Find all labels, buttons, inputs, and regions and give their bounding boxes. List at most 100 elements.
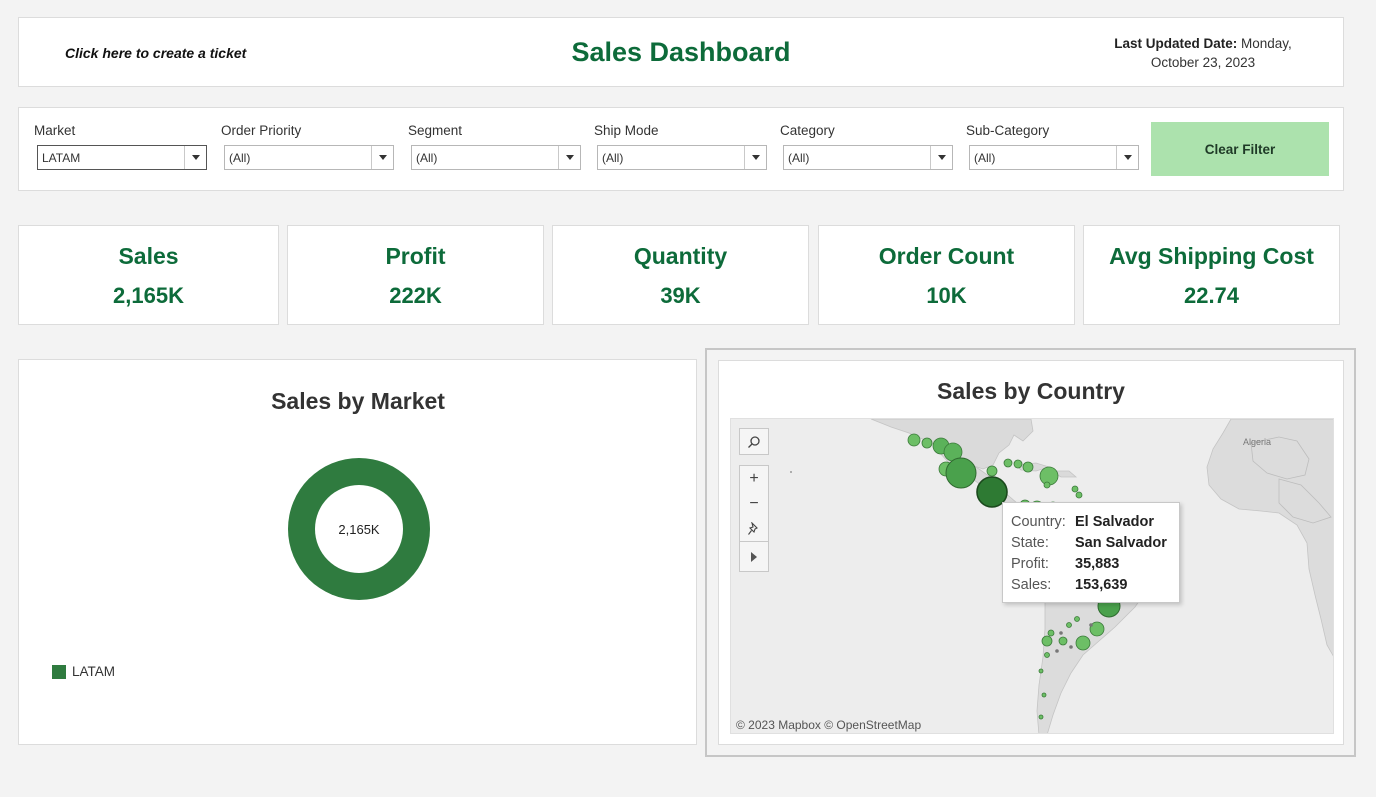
map-bubble[interactable]: [1041, 692, 1047, 698]
create-ticket-link[interactable]: Click here to create a ticket: [65, 45, 246, 61]
zoom-in-icon[interactable]: +: [740, 466, 768, 491]
filter-sub-category: Sub-Category (All): [966, 123, 1139, 170]
chevron-down-icon[interactable]: [1116, 146, 1138, 169]
map-bubble[interactable]: [945, 457, 977, 489]
zoom-out-icon[interactable]: −: [740, 491, 768, 516]
map-bubble[interactable]: [986, 465, 998, 477]
kpi-value: 222K: [389, 283, 442, 308]
page-title: Sales Dashboard: [571, 37, 791, 67]
last-updated-day: Monday,: [1241, 36, 1292, 51]
tooltip-value: El Salvador: [1075, 514, 1154, 530]
legend-label: LATAM: [72, 664, 116, 679]
tooltip-key: Profit:: [1011, 556, 1049, 572]
category-dropdown[interactable]: (All): [783, 145, 953, 170]
kpi-avg-shipping-cost: Avg Shipping Cost 22.74: [1083, 225, 1340, 325]
chevron-down-icon[interactable]: [930, 146, 952, 169]
filter-ship-mode: Ship Mode (All): [594, 123, 767, 170]
last-updated-value: October 23, 2023: [1150, 55, 1256, 70]
tooltip-row-country: Country: El Salvador: [1011, 512, 1179, 533]
ship-mode-dropdown[interactable]: (All): [597, 145, 767, 170]
chevron-down-icon[interactable]: [558, 146, 580, 169]
map-dot: [1069, 645, 1073, 649]
filter-sub-category-label: Sub-Category: [966, 123, 1050, 138]
last-updated-date: Last Updated Date: Monday, October 23, 2…: [1103, 34, 1303, 72]
chart-title: Sales by Country: [937, 378, 1125, 404]
sub-category-dropdown[interactable]: (All): [969, 145, 1139, 170]
map-zoom-tools: + −: [739, 465, 769, 572]
map-dot: [1055, 649, 1059, 653]
kpi-label: Profit: [385, 243, 446, 269]
tooltip-row-state: State: San Salvador: [1011, 533, 1179, 554]
map-bubble[interactable]: [1047, 629, 1055, 637]
order-priority-dropdown[interactable]: (All): [224, 145, 394, 170]
tooltip-value: 35,883: [1075, 556, 1120, 572]
chevron-down-icon[interactable]: [744, 146, 766, 169]
map-bubble[interactable]: [1058, 636, 1068, 646]
kpi-label: Sales: [118, 243, 179, 269]
sales-by-market-panel: Sales by Market 2,165K LATAM: [18, 359, 697, 745]
filter-bar: Market LATAM Order Priority (All) Segmen…: [18, 107, 1344, 191]
segment-dropdown[interactable]: (All): [411, 145, 581, 170]
pin-icon[interactable]: [740, 516, 768, 541]
tooltip-key: Sales:: [1011, 577, 1052, 593]
map-bubble[interactable]: [1044, 652, 1050, 658]
kpi-label: Order Count: [878, 243, 1015, 269]
donut-center-label: 2,165K: [338, 522, 380, 537]
category-dropdown-value: (All): [788, 151, 810, 165]
map-bubble[interactable]: [1075, 491, 1083, 499]
map-bubble[interactable]: [1071, 485, 1079, 493]
map-bubble[interactable]: [907, 433, 921, 447]
filter-category: Category (All): [780, 123, 953, 170]
header-bar: Click here to create a ticket Sales Dash…: [18, 17, 1344, 87]
kpi-label: Avg Shipping Cost: [1109, 243, 1314, 269]
tooltip-row-sales: Sales: 153,639: [1011, 575, 1179, 596]
map-bubble[interactable]: [1075, 635, 1091, 651]
expand-arrow-icon[interactable]: [740, 541, 768, 571]
market-dropdown[interactable]: LATAM: [37, 145, 207, 170]
kpi-profit: Profit 222K: [287, 225, 544, 325]
kpi-sales: Sales 2,165K: [18, 225, 279, 325]
chart-legend[interactable]: LATAM: [52, 664, 115, 679]
legend-swatch: [52, 664, 66, 679]
map-bubble[interactable]: [1041, 635, 1053, 647]
map-dot: [1059, 631, 1063, 635]
tooltip-key: Country:: [1011, 514, 1066, 530]
filter-category-label: Category: [780, 123, 835, 138]
kpi-value: 2,165K: [113, 283, 184, 308]
filter-ship-mode-label: Ship Mode: [594, 123, 659, 138]
chevron-down-icon[interactable]: [184, 146, 206, 169]
tooltip-key: State:: [1011, 535, 1049, 551]
kpi-quantity: Quantity 39K: [552, 225, 809, 325]
search-icon[interactable]: [740, 429, 768, 454]
market-dropdown-value: LATAM: [42, 151, 81, 165]
order-priority-dropdown-value: (All): [229, 151, 251, 165]
kpi-value: 22.74: [1183, 283, 1240, 308]
kpi-value: 39K: [660, 283, 701, 308]
filter-market: Market LATAM: [34, 123, 207, 170]
map-bubble[interactable]: [1043, 481, 1051, 489]
map-dot: [790, 471, 792, 473]
last-updated-label: Last Updated Date:: [1114, 36, 1238, 51]
filter-order-priority-label: Order Priority: [221, 123, 302, 138]
kpi-label: Quantity: [633, 243, 728, 269]
map-bubble[interactable]: [1003, 458, 1013, 468]
map-bubble[interactable]: [1066, 622, 1072, 628]
filter-segment: Segment (All): [408, 123, 581, 170]
map-bubble[interactable]: [1013, 459, 1023, 469]
map-attribution[interactable]: © 2023 Mapbox © OpenStreetMap: [736, 718, 921, 732]
map-bubble[interactable]: [1074, 616, 1080, 622]
map-bubble[interactable]: [921, 437, 933, 449]
map-bubble[interactable]: [1038, 714, 1044, 720]
ship-mode-dropdown-value: (All): [602, 151, 624, 165]
map-search-tool: [739, 428, 769, 455]
clear-filter-button[interactable]: Clear Filter: [1151, 122, 1329, 176]
tooltip-value: 153,639: [1075, 577, 1128, 593]
map-bubble[interactable]: [1038, 668, 1044, 674]
chevron-down-icon[interactable]: [371, 146, 393, 169]
kpi-order-count: Order Count 10K: [818, 225, 1075, 325]
filter-market-label: Market: [34, 123, 76, 138]
sub-category-dropdown-value: (All): [974, 151, 996, 165]
filter-segment-label: Segment: [408, 123, 463, 138]
tooltip-value: San Salvador: [1075, 535, 1167, 551]
map-bubble[interactable]: [1022, 461, 1034, 473]
